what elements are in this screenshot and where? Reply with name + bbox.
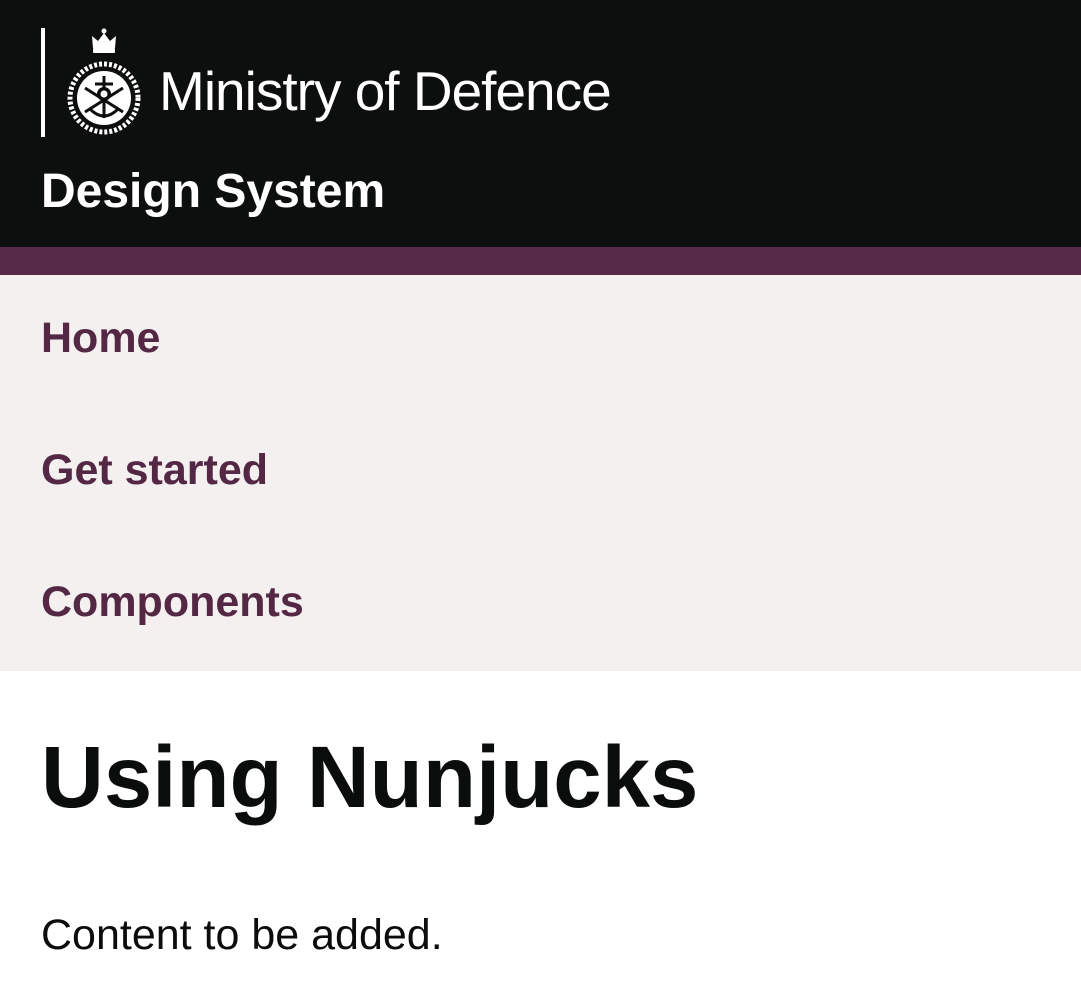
main-content: Using Nunjucks Content to be added. [0, 671, 1081, 962]
service-name-link[interactable]: Design System [41, 163, 385, 221]
nav-link-home[interactable]: Home [41, 313, 160, 365]
body-text: Content to be added. [41, 911, 443, 960]
nav-list: Home Get started Components [0, 275, 1081, 671]
mod-logo-link[interactable]: Ministry of Defence [41, 28, 612, 137]
nav-link-components[interactable]: Components [41, 577, 304, 629]
nav-item-components: Components [0, 539, 1081, 671]
logo-divider [41, 28, 45, 137]
primary-navigation: Home Get started Components [0, 275, 1081, 671]
nav-link-get-started[interactable]: Get started [41, 445, 268, 497]
nav-item-home: Home [0, 275, 1081, 407]
page-title: Using Nunjucks [41, 729, 699, 826]
organisation-name: Ministry of Defence [159, 60, 612, 122]
header-accent-strip [0, 247, 1081, 275]
site-header: Ministry of Defence Design System [0, 0, 1081, 247]
mod-crest-icon [65, 28, 143, 137]
nav-item-get-started: Get started [0, 407, 1081, 539]
